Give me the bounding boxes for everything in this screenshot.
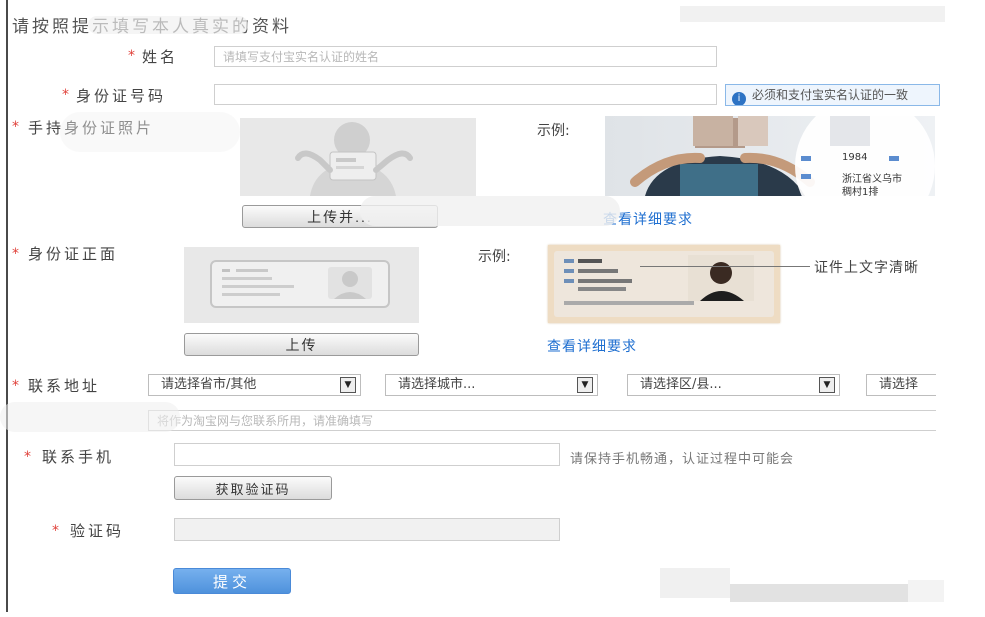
chevron-down-icon: ▼ [340,377,356,393]
id-front-example-label: 示例: [478,249,511,265]
get-code-button[interactable]: 获取验证码 [174,476,332,500]
phone-input[interactable] [174,443,560,466]
id-tip-box: i 必须和支付宝实名认证的一致 [725,84,940,106]
handheld-example-label: 示例: [537,123,570,139]
blur-overlay [360,196,620,226]
info-icon: i [732,92,746,105]
id-number-input[interactable] [214,84,717,105]
example-address-line2: 稠村1排 [842,187,879,196]
upload-id-front-button[interactable]: 上传 [184,333,419,356]
mosaic-overlay [693,116,733,146]
district-select[interactable]: 请选择区/县... ▼ [627,374,840,396]
mosaic-overlay [738,116,768,146]
chevron-down-icon: ▼ [819,377,835,393]
chevron-down-icon: ▼ [577,377,593,393]
blur-overlay [60,112,240,152]
mosaic-overlay [730,584,910,602]
id-front-placeholder [184,247,419,323]
required-mark: * [12,246,19,262]
person-holding-id-icon [295,122,413,196]
page-left-border [6,0,8,612]
blur-overlay [0,402,180,432]
id-front-example-image [548,245,780,323]
code-input[interactable] [174,518,560,541]
required-mark: * [24,449,31,465]
id-card-sample-icon [554,251,774,317]
code-label: 验证码 [70,522,125,540]
street-select[interactable]: 请选择 [866,374,936,396]
callout-line [640,266,810,267]
id-front-detail-link[interactable]: 查看详细要求 [547,336,637,356]
phone-label: 联系手机 [42,448,115,466]
required-mark: * [12,378,19,394]
required-mark: * [12,119,19,135]
mosaic-overlay [660,568,730,598]
address-detail-input[interactable]: 将作为淘宝网与您联系所用，请准确填写 [148,410,936,431]
mosaic-overlay [908,580,944,602]
name-label: 姓名 [142,48,179,66]
handheld-example-image: 1984 浙江省义乌市 稠村1排 [605,116,935,196]
required-mark: * [52,523,59,539]
submit-button[interactable]: 提交 [173,568,291,594]
handheld-photo-placeholder [240,118,476,196]
required-mark: * [128,48,135,64]
mosaic-overlay [830,116,870,146]
id-front-label: 身份证正面 [28,245,119,263]
address-label: 联系地址 [28,377,101,395]
callout-text: 证件上文字清晰 [814,260,919,276]
name-input[interactable]: 请填写支付宝实名认证的姓名 [214,46,717,67]
id-card-icon [210,260,390,308]
id-number-label: 身份证号码 [76,87,167,105]
example-birth-year: 1984 [842,152,868,163]
phone-tip: 请保持手机畅通，认证过程中可能会 [570,452,795,467]
province-select[interactable]: 请选择省市/其他 ▼ [148,374,361,396]
city-select[interactable]: 请选择城市... ▼ [385,374,598,396]
required-mark: * [62,87,69,103]
blur-overlay [88,16,248,34]
blur-overlay [680,6,945,22]
